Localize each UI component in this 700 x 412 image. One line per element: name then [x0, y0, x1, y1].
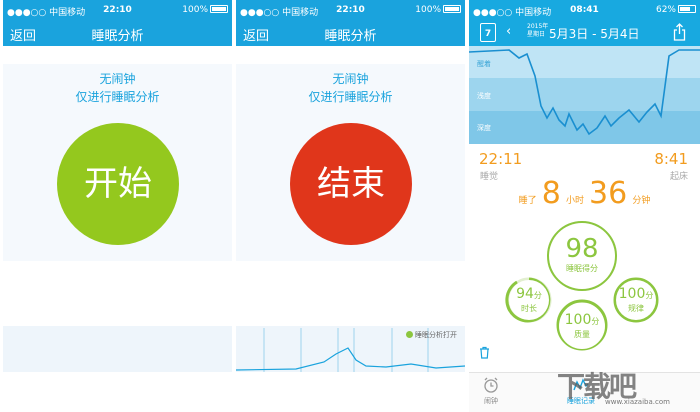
start-button[interactable]: 开始 [57, 123, 179, 245]
mode-message: 无闹钟 仅进行睡眠分析 [308, 72, 393, 104]
status-bar: ●●●○○ 中国移动 22:10 100% [236, 0, 465, 20]
sleep-depth-chart: 醒着 浅度 深度 [469, 46, 700, 144]
battery: 100% [182, 5, 228, 15]
status-bar: ●●●○○ 中国移动 08:41 62% [469, 0, 700, 20]
graph-strip [3, 326, 232, 372]
score-quality[interactable]: 100分 质量 [559, 303, 605, 349]
watermark-url: www.xiazaiba.com [605, 398, 670, 406]
wake-time: 8:41 [654, 150, 688, 168]
battery: 100% [415, 5, 461, 15]
live-graph-strip: 睡眠分析打开 [236, 326, 465, 372]
date-meta: 2015年 星期日 [527, 23, 549, 38]
battery: 62% [656, 5, 696, 15]
battery-icon [678, 5, 696, 13]
analysis-card: 无闹钟 仅进行睡眠分析 开始 [3, 64, 232, 261]
alarm-clock-icon [484, 377, 498, 393]
score-length[interactable]: 94分 时长 [509, 280, 549, 320]
trash-icon[interactable] [479, 346, 490, 359]
screenshot-collage: ●●●○○ 中国移动 22:10 100% 返回 睡眠分析 无闹钟 仅进行睡眠分… [0, 0, 700, 412]
sleep-time: 22:11 [479, 150, 523, 168]
chevron-left-icon[interactable]: ‹ [506, 24, 511, 39]
start-screen: ●●●○○ 中国移动 22:10 100% 返回 睡眠分析 无闹钟 仅进行睡眠分… [3, 0, 232, 412]
sleep-duration: 睡了 8 小时 36 分钟 [518, 176, 651, 211]
mode-message: 无闹钟 仅进行睡眠分析 [75, 72, 160, 104]
tab-alarm[interactable]: 闹钟 [471, 376, 511, 406]
nav-bar: 返回 睡眠分析 [236, 20, 465, 46]
battery-icon [443, 5, 461, 13]
page-title: 睡眠分析 [324, 29, 377, 44]
band-label-awake: 醒着 [477, 59, 491, 68]
band-label-light: 浅度 [477, 91, 491, 100]
page-title: 睡眠分析 [91, 29, 144, 44]
legend: 睡眠分析打开 [406, 330, 457, 340]
share-icon[interactable] [673, 23, 686, 41]
score-regularity[interactable]: 100分 规律 [616, 280, 656, 320]
sleep-report-screen: ●●●○○ 中国移动 08:41 62% 7 ‹ 2015年 星期日 5月3日 … [469, 0, 700, 412]
analysis-card: 无闹钟 仅进行睡眠分析 结束 [236, 64, 465, 261]
score-main[interactable]: 98 睡眠得分 [549, 223, 615, 289]
calendar-icon[interactable]: 7 [480, 23, 496, 42]
date-range: 5月3日 - 5月4日 [549, 27, 640, 41]
report-header: 7 ‹ 2015年 星期日 5月3日 - 5月4日 [469, 20, 700, 46]
stop-button[interactable]: 结束 [290, 123, 412, 245]
band-label-deep: 深度 [477, 123, 491, 132]
legend-dot-icon [406, 331, 413, 338]
battery-icon [210, 5, 228, 13]
stop-screen: ●●●○○ 中国移动 22:10 100% 返回 睡眠分析 无闹钟 仅进行睡眠分… [236, 0, 465, 412]
nav-bar: 返回 睡眠分析 [3, 20, 232, 46]
status-bar: ●●●○○ 中国移动 22:10 100% [3, 0, 232, 20]
